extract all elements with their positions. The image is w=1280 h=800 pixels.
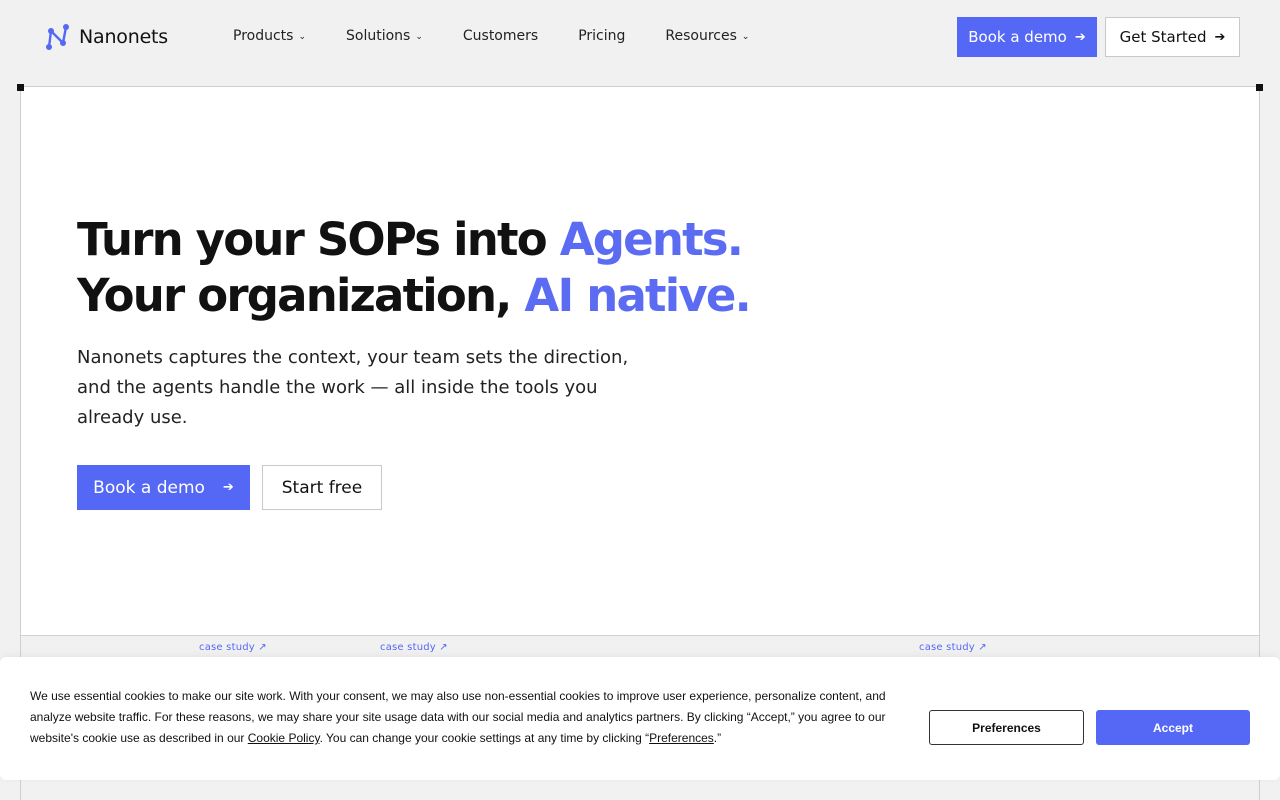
chevron-down-icon: ⌄: [415, 32, 423, 42]
button-label: Start free: [281, 477, 363, 498]
nav-book-demo-button[interactable]: Book a demo ➔: [957, 17, 1097, 57]
nanonets-logo-icon: [46, 24, 69, 50]
case-study-link[interactable]: case study ↗: [919, 642, 987, 653]
arrow-right-icon: ➔: [222, 480, 234, 495]
hero-title: Turn your SOPs into Agents. Your organiz…: [77, 212, 777, 324]
cookie-text-part: . You can change your cookie settings at…: [319, 731, 650, 745]
nav-item-label: Products: [233, 28, 294, 44]
hero-title-line2-accent: AI native.: [524, 269, 751, 322]
hero-start-free-button[interactable]: Start free: [262, 465, 382, 510]
case-study-link[interactable]: case study ↗: [199, 642, 267, 653]
nav-item-products[interactable]: Products ⌄: [233, 28, 306, 44]
cookie-policy-link[interactable]: Cookie Policy: [248, 731, 320, 745]
top-nav: Nanonets Products ⌄ Solutions ⌄ Customer…: [0, 0, 1280, 74]
case-study-link[interactable]: case study ↗: [380, 642, 448, 653]
frame-corner-marker: [17, 84, 24, 91]
nav-item-label: Solutions: [346, 28, 411, 44]
cookie-text: We use essential cookies to make our sit…: [30, 686, 900, 749]
nav-item-label: Customers: [462, 28, 539, 44]
nav-item-resources[interactable]: Resources ⌄: [665, 28, 749, 44]
hero-title-line2: Your organization,: [77, 269, 525, 322]
logo[interactable]: Nanonets: [45, 23, 168, 51]
cookie-banner: We use essential cookies to make our sit…: [0, 657, 1280, 780]
chevron-down-icon: ⌄: [741, 32, 750, 42]
cookie-accept-button[interactable]: Accept: [1096, 710, 1250, 745]
hero-title-line1: Turn your SOPs into: [77, 213, 560, 266]
hero-book-demo-button[interactable]: Book a demo ➔: [77, 465, 250, 510]
arrow-right-icon: ➔: [1214, 29, 1226, 45]
main-menu: Products ⌄ Solutions ⌄ Customers Pricing…: [233, 28, 789, 44]
hero-subtitle: Nanonets captures the context, your team…: [77, 347, 629, 428]
nav-item-solutions[interactable]: Solutions ⌄: [346, 28, 423, 44]
nav-item-label: Resources: [665, 28, 737, 44]
button-label: Book a demo: [968, 28, 1067, 46]
nav-item-label: Pricing: [578, 28, 626, 44]
nav-item-pricing[interactable]: Pricing: [578, 28, 625, 44]
preferences-link[interactable]: Preferences: [649, 731, 714, 745]
arrow-right-icon: ➔: [1074, 29, 1086, 45]
chevron-down-icon: ⌄: [298, 32, 306, 42]
cookie-preferences-button[interactable]: Preferences: [929, 710, 1084, 745]
hero-title-line1-accent: Agents.: [559, 213, 744, 266]
nav-get-started-button[interactable]: Get Started ➔: [1105, 17, 1240, 57]
frame-corner-marker: [1256, 84, 1263, 91]
cookie-text-part: .”: [713, 731, 722, 745]
logo-text: Nanonets: [79, 26, 169, 48]
button-label: Book a demo: [93, 477, 205, 498]
button-label: Get Started: [1119, 28, 1207, 46]
nav-item-customers[interactable]: Customers: [463, 28, 538, 44]
